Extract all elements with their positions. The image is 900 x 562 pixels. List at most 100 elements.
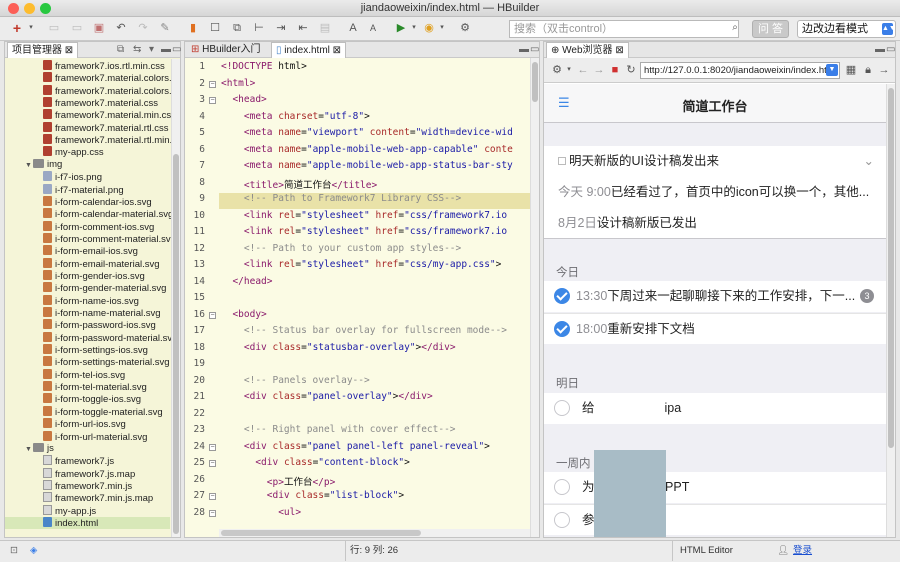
- tree-file[interactable]: i-form-settings-ios.svg: [43, 344, 148, 356]
- unchecked-circle-icon[interactable]: [554, 400, 570, 416]
- tree-file[interactable]: i-form-password-material.svg: [43, 331, 177, 344]
- comment-icon[interactable]: ☐: [208, 21, 222, 35]
- tree-file[interactable]: i-form-email-material.svg: [43, 257, 160, 270]
- unchecked-circle-icon[interactable]: [554, 512, 570, 528]
- tree-file[interactable]: i-form-toggle-ios.svg: [43, 393, 141, 405]
- project-scrollbar[interactable]: [171, 59, 180, 537]
- fold-toggle-icon[interactable]: −: [209, 509, 216, 517]
- console-icon[interactable]: ◈: [30, 541, 37, 561]
- new-dropdown-chevron-icon[interactable]: ▾: [24, 21, 38, 35]
- new-window-icon[interactable]: ⊡: [10, 541, 18, 561]
- search-icon[interactable]: ⌕: [728, 21, 742, 35]
- zoom-window-button[interactable]: [40, 3, 51, 14]
- editor-hscrollbar[interactable]: [219, 529, 530, 537]
- revert-icon[interactable]: ▣: [92, 21, 106, 35]
- project-scroll-thumb[interactable]: [173, 154, 179, 534]
- fold-toggle-icon[interactable]: −: [209, 493, 216, 500]
- stop-icon[interactable]: ■: [608, 63, 622, 77]
- fold-toggle-icon[interactable]: −: [209, 311, 216, 319]
- run-icon[interactable]: ▶: [394, 21, 408, 35]
- lock-icon[interactable]: 🔒︎: [861, 63, 875, 77]
- browser-settings-chevron-icon[interactable]: ▾: [562, 63, 576, 77]
- search-input[interactable]: 搜索（双击control）: [509, 20, 739, 38]
- tree-file[interactable]: i-form-settings-material.svg: [43, 356, 170, 368]
- tab-index-html[interactable]: ▯ index.html ⊠: [271, 42, 347, 58]
- format-icon[interactable]: ✎: [158, 21, 172, 35]
- new-file-icon[interactable]: +: [10, 21, 24, 35]
- tree-file[interactable]: i-form-gender-material.svg: [43, 282, 166, 294]
- tree-file[interactable]: i-form-comment-ios.svg: [43, 220, 154, 233]
- list-item[interactable]: 8月2日设计稿新版已发出: [544, 208, 886, 239]
- tree-file[interactable]: i-f7-material.png: [43, 183, 124, 196]
- tree-file[interactable]: framework7.material.min.css: [43, 109, 176, 121]
- ask-button[interactable]: 问 答: [752, 20, 789, 38]
- tree-file[interactable]: my-app.css: [43, 146, 104, 158]
- tree-file[interactable]: framework7.material.rtl.css: [43, 121, 169, 134]
- tree-folder[interactable]: ▼ js: [25, 442, 54, 456]
- list-item[interactable]: 18:00重新安排下文档: [544, 313, 886, 344]
- tree-file[interactable]: framework7.material.colors.mi: [43, 84, 180, 97]
- fold-toggle-icon[interactable]: −: [209, 97, 216, 104]
- preview-dropdown-chevron-icon[interactable]: ▾: [435, 21, 449, 35]
- link-editor-icon[interactable]: ⇆: [129, 42, 145, 58]
- collapse-all-icon[interactable]: ⧉: [113, 42, 128, 58]
- unchecked-circle-icon[interactable]: [554, 479, 570, 495]
- outline-icon[interactable]: ⧉: [230, 21, 244, 35]
- list-item[interactable]: 今天 9:00已经看过了，首页中的icon可以换一个，其他...: [544, 177, 886, 208]
- align-icon[interactable]: ⊢: [252, 21, 266, 35]
- tree-file[interactable]: my-app.js: [43, 504, 96, 517]
- item-checkbox[interactable]: [558, 157, 566, 165]
- checked-circle-icon[interactable]: [554, 288, 570, 304]
- tree-file[interactable]: framework7.min.js: [43, 479, 132, 492]
- tab-hbuilder-intro[interactable]: ⊞ HBuilder入门: [187, 42, 265, 58]
- browser-scroll-thumb[interactable]: [888, 88, 894, 448]
- tree-folder[interactable]: ▼ img: [25, 158, 62, 172]
- url-field[interactable]: http://127.0.0.1:8020/jiandaoweixin/inde…: [640, 62, 840, 79]
- forward-icon[interactable]: →: [592, 63, 606, 77]
- save-all-icon[interactable]: ▭: [70, 21, 84, 35]
- tree-file[interactable]: index.html: [5, 516, 170, 529]
- tree-file[interactable]: i-form-toggle-material.svg: [43, 405, 163, 418]
- close-tab-icon[interactable]: ⊠: [65, 45, 73, 56]
- maximize-pane-icon[interactable]: ▭: [168, 42, 185, 58]
- outdent-icon[interactable]: ⇤: [296, 21, 310, 35]
- tree-file[interactable]: i-form-name-material.svg: [43, 307, 161, 319]
- tree-file[interactable]: framework7.material.rtl.min.css: [43, 134, 180, 146]
- refresh-icon[interactable]: ↻: [624, 63, 638, 77]
- fold-toggle-icon[interactable]: −: [209, 460, 216, 467]
- tree-file[interactable]: i-form-url-material.svg: [43, 430, 147, 443]
- editor-scrollbar[interactable]: [530, 58, 539, 537]
- font-increase-icon[interactable]: A: [346, 21, 360, 35]
- close-tab-icon[interactable]: ⊠: [333, 45, 341, 56]
- login-link[interactable]: 登录: [793, 541, 812, 561]
- tree-file[interactable]: i-form-calendar-ios.svg: [43, 195, 152, 208]
- list-item[interactable]: 13:30下周过来一起聊聊接下来的工作安排，下一... 3: [544, 281, 886, 312]
- tree-file[interactable]: i-form-tel-material.svg: [43, 381, 147, 393]
- fold-toggle-icon[interactable]: −: [209, 443, 216, 451]
- tree-file[interactable]: framework7.js: [43, 455, 114, 467]
- tree-file[interactable]: i-f7-ios.png: [43, 171, 102, 183]
- url-dropdown-chevron-icon[interactable]: ▼: [826, 64, 838, 76]
- expand-chevron-icon[interactable]: ▼: [25, 444, 33, 456]
- wrap-icon[interactable]: ▤: [318, 21, 332, 35]
- tree-file[interactable]: framework7.js.map: [43, 467, 135, 480]
- qr-code-icon[interactable]: ▦: [844, 63, 858, 77]
- tab-web-browser[interactable]: ⊕ Web浏览器 ⊠: [546, 42, 629, 58]
- tab-project-manager[interactable]: 项目管理器 ⊠: [7, 42, 79, 58]
- font-decrease-icon[interactable]: A: [366, 21, 380, 35]
- bookmark-icon[interactable]: ▮: [186, 21, 200, 35]
- checked-circle-icon[interactable]: [554, 321, 570, 337]
- tree-file[interactable]: i-form-gender-ios.svg: [43, 269, 145, 282]
- tree-file[interactable]: i-form-url-ios.svg: [43, 418, 126, 430]
- tree-file[interactable]: i-form-name-ios.svg: [43, 294, 139, 307]
- tree-file[interactable]: i-form-password-ios.svg: [43, 319, 156, 331]
- code-editor[interactable]: 1 2−3−4 5 6 7 8 9 10 11 12 13 14 15 16−17 18 19 20 21 22 23…: [185, 58, 539, 537]
- editor-hscroll-thumb[interactable]: [221, 530, 421, 536]
- save-icon[interactable]: ▭: [47, 21, 61, 35]
- expand-chevron-icon[interactable]: ▼: [25, 160, 33, 172]
- tree-file[interactable]: i-form-comment-material.svg: [43, 232, 176, 245]
- indent-icon[interactable]: ⇥: [274, 21, 288, 35]
- settings-icon[interactable]: ⚙: [458, 21, 472, 35]
- tree-file[interactable]: i-form-calendar-material.svg: [43, 208, 173, 220]
- tree-file[interactable]: i-form-email-ios.svg: [43, 245, 138, 257]
